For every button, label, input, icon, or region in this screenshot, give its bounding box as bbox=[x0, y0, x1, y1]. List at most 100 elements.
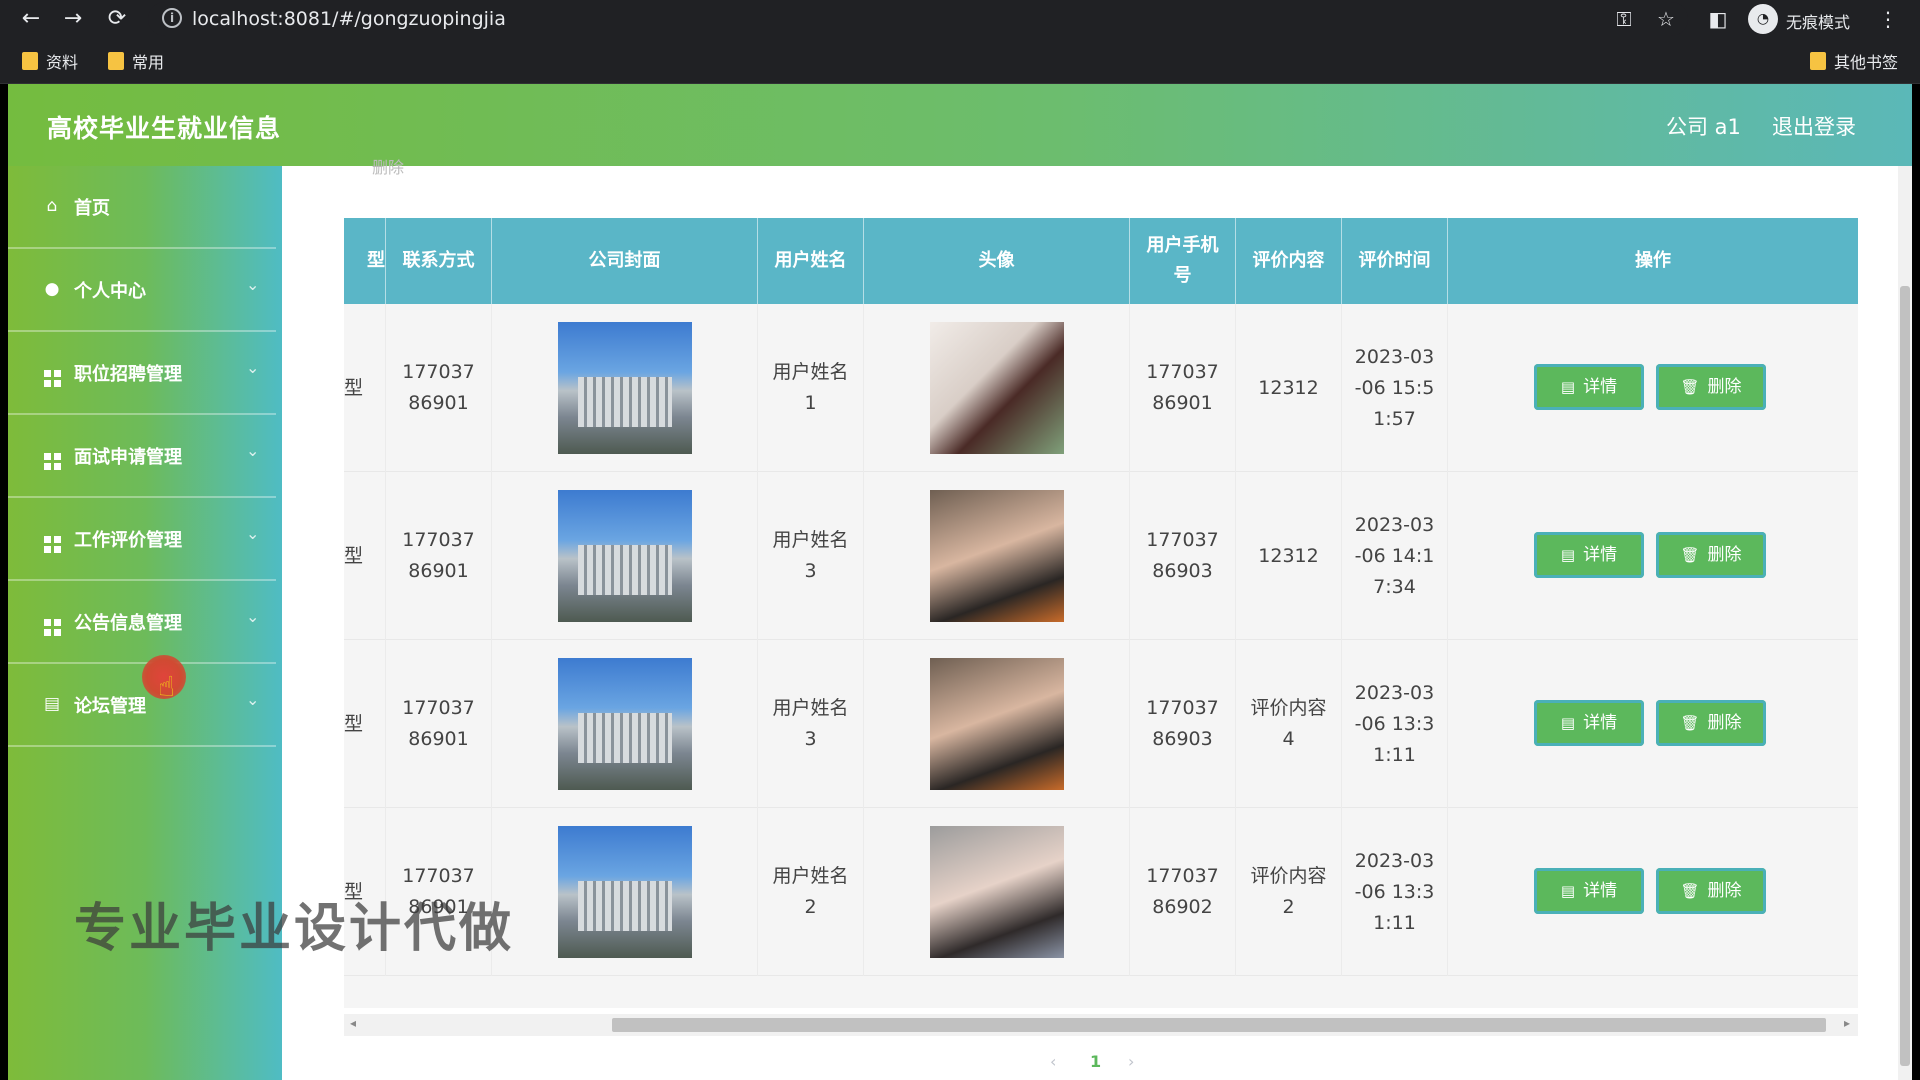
cell-actions: ▤ 详情 🗑 删除 bbox=[1448, 808, 1858, 976]
trash-icon: 🗑 bbox=[1680, 545, 1700, 564]
cell-actions: ▤ 详情 🗑 删除 bbox=[1448, 304, 1858, 472]
pointer-hand-icon: ☝ bbox=[158, 670, 176, 703]
bookmark-label: 常用 bbox=[132, 53, 165, 72]
address-bar[interactable]: i localhost:8081/#/gongzuopingjia bbox=[148, 2, 1688, 36]
cell-type: 型 bbox=[344, 472, 386, 640]
scroll-left-icon[interactable]: ◂ bbox=[350, 1016, 356, 1030]
delete-button[interactable]: 🗑 删除 bbox=[1656, 700, 1766, 746]
cell-type: 型 bbox=[344, 304, 386, 472]
bookmark-folder-常用[interactable]: 常用 bbox=[108, 48, 164, 74]
side-panel-icon[interactable]: ◧ bbox=[1704, 6, 1732, 32]
next-page-icon[interactable]: › bbox=[1128, 1052, 1134, 1080]
other-bookmarks[interactable]: 其他书签 bbox=[1810, 48, 1898, 74]
clipboard-icon: ▤ bbox=[43, 694, 61, 714]
company-cover-image bbox=[557, 658, 692, 790]
scrollbar-thumb[interactable] bbox=[612, 1018, 1826, 1032]
document-icon: ▤ bbox=[1560, 545, 1576, 564]
incognito-icon[interactable]: ◔ bbox=[1748, 4, 1778, 34]
bookmark-star-icon[interactable]: ☆ bbox=[1652, 6, 1680, 32]
current-user: 公司 a1 bbox=[1666, 115, 1741, 139]
scrollbar-thumb[interactable] bbox=[1900, 286, 1910, 1066]
folder-icon bbox=[22, 52, 38, 70]
folder-icon bbox=[108, 52, 124, 70]
forward-icon[interactable]: → bbox=[58, 4, 88, 34]
cell-content: 评价内容2 bbox=[1236, 808, 1342, 976]
delete-button-label: 删除 bbox=[1707, 376, 1742, 397]
info-icon[interactable]: i bbox=[162, 8, 182, 28]
chevron-down-icon: ⌄ bbox=[246, 358, 260, 377]
column-header: 型 bbox=[344, 218, 386, 304]
delete-button[interactable]: 🗑 删除 bbox=[1656, 532, 1766, 578]
sidebar-item-label: 面试申请管理 bbox=[74, 447, 182, 468]
vertical-scrollbar[interactable] bbox=[1898, 166, 1912, 1080]
cell-company-cover bbox=[492, 808, 758, 976]
sidebar-item-interview-application[interactable]: 面试申请管理 ⌄ bbox=[8, 415, 276, 498]
cell-phone: 17703786903 bbox=[1130, 472, 1236, 640]
horizontal-scrollbar[interactable]: ◂ ▸ bbox=[344, 1014, 1858, 1036]
company-cover-image bbox=[557, 826, 692, 958]
incognito-label: 无痕模式 bbox=[1786, 13, 1851, 32]
sidebar-item-work-evaluation[interactable]: 工作评价管理 ⌄ bbox=[8, 498, 276, 581]
trash-icon: 🗑 bbox=[1680, 881, 1700, 900]
detail-button-label: 详情 bbox=[1583, 712, 1618, 733]
detail-button[interactable]: ▤ 详情 bbox=[1534, 532, 1644, 578]
browser-menu-icon[interactable]: ⋮ bbox=[1874, 6, 1902, 32]
avatar-image bbox=[929, 490, 1064, 622]
table-row: 型 17703786901 用户姓名3 17703786903 12312 20… bbox=[344, 472, 1858, 640]
bookmarks-bar: 资料 常用 其他书签 bbox=[0, 38, 1920, 84]
batch-delete-button[interactable]: 删除 bbox=[372, 154, 404, 178]
main-content: 删除 型 联系方式 公司封面 用户姓名 头像 用户手机号 评价内容 评价时间 操… bbox=[282, 158, 1912, 1080]
url-text[interactable]: localhost:8081/#/gongzuopingjia bbox=[192, 8, 506, 30]
page-number-current[interactable]: 1 bbox=[1090, 1052, 1101, 1071]
chevron-down-icon: ⌄ bbox=[246, 275, 260, 294]
column-header: 用户姓名 bbox=[758, 218, 864, 304]
cell-contact: 17703786901 bbox=[386, 304, 492, 472]
trash-icon: 🗑 bbox=[1680, 713, 1700, 732]
sidebar-item-label: 论坛管理 bbox=[74, 696, 146, 717]
detail-button[interactable]: ▤ 详情 bbox=[1534, 868, 1644, 914]
column-header: 公司封面 bbox=[492, 218, 758, 304]
avatar-image bbox=[929, 658, 1064, 790]
chevron-down-icon: ⌄ bbox=[246, 524, 260, 543]
reload-icon[interactable]: ⟳ bbox=[102, 4, 132, 34]
cell-content: 评价内容4 bbox=[1236, 640, 1342, 808]
app-title: 高校毕业生就业信息 bbox=[47, 114, 282, 143]
sidebar-item-announcements[interactable]: 公告信息管理 ⌄ bbox=[8, 581, 276, 664]
column-header: 联系方式 bbox=[386, 218, 492, 304]
delete-button-label: 删除 bbox=[1707, 880, 1742, 901]
other-bookmarks-label: 其他书签 bbox=[1834, 53, 1899, 72]
delete-button[interactable]: 🗑 删除 bbox=[1656, 868, 1766, 914]
detail-button[interactable]: ▤ 详情 bbox=[1534, 700, 1644, 746]
cell-phone: 17703786901 bbox=[1130, 304, 1236, 472]
detail-button[interactable]: ▤ 详情 bbox=[1534, 364, 1644, 410]
document-icon: ▤ bbox=[1560, 377, 1576, 396]
delete-button[interactable]: 🗑 删除 bbox=[1656, 364, 1766, 410]
back-icon[interactable]: ← bbox=[16, 4, 46, 34]
sidebar-item-job-recruitment[interactable]: 职位招聘管理 ⌄ bbox=[8, 332, 276, 415]
cell-user-name: 用户姓名2 bbox=[758, 808, 864, 976]
cell-type: 型 bbox=[344, 640, 386, 808]
sidebar-item-home[interactable]: ⌂ 首页 bbox=[8, 166, 276, 249]
grid-icon bbox=[42, 362, 62, 387]
logout-link[interactable]: 退出登录 bbox=[1772, 111, 1856, 141]
sidebar-item-personal-center[interactable]: ● 个人中心 ⌄ bbox=[8, 249, 276, 332]
password-key-icon[interactable]: ⚿ bbox=[1610, 6, 1638, 32]
sidebar-item-label: 首页 bbox=[74, 198, 110, 219]
prev-page-icon[interactable]: ‹ bbox=[1050, 1052, 1056, 1080]
table-row: 型 17703786901 用户姓名3 17703786903 评价内容4 20… bbox=[344, 640, 1858, 808]
user-icon: ● bbox=[44, 279, 60, 299]
grid-icon bbox=[42, 528, 62, 553]
cell-avatar bbox=[864, 304, 1130, 472]
cell-avatar bbox=[864, 472, 1130, 640]
avatar-image bbox=[929, 826, 1064, 958]
sidebar-item-label: 职位招聘管理 bbox=[74, 364, 182, 385]
watermark-text: 专业毕业设计代做 bbox=[74, 899, 515, 959]
cell-time: 2023-03-06 13:31:11 bbox=[1342, 808, 1448, 976]
scroll-right-icon[interactable]: ▸ bbox=[1844, 1016, 1850, 1030]
browser-toolbar: ← → ⟳ i localhost:8081/#/gongzuopingjia … bbox=[0, 0, 1920, 38]
cell-actions: ▤ 详情 🗑 删除 bbox=[1448, 472, 1858, 640]
cell-avatar bbox=[864, 640, 1130, 808]
bookmark-folder-资料[interactable]: 资料 bbox=[22, 48, 78, 74]
detail-button-label: 详情 bbox=[1583, 376, 1618, 397]
cell-user-name: 用户姓名3 bbox=[758, 640, 864, 808]
